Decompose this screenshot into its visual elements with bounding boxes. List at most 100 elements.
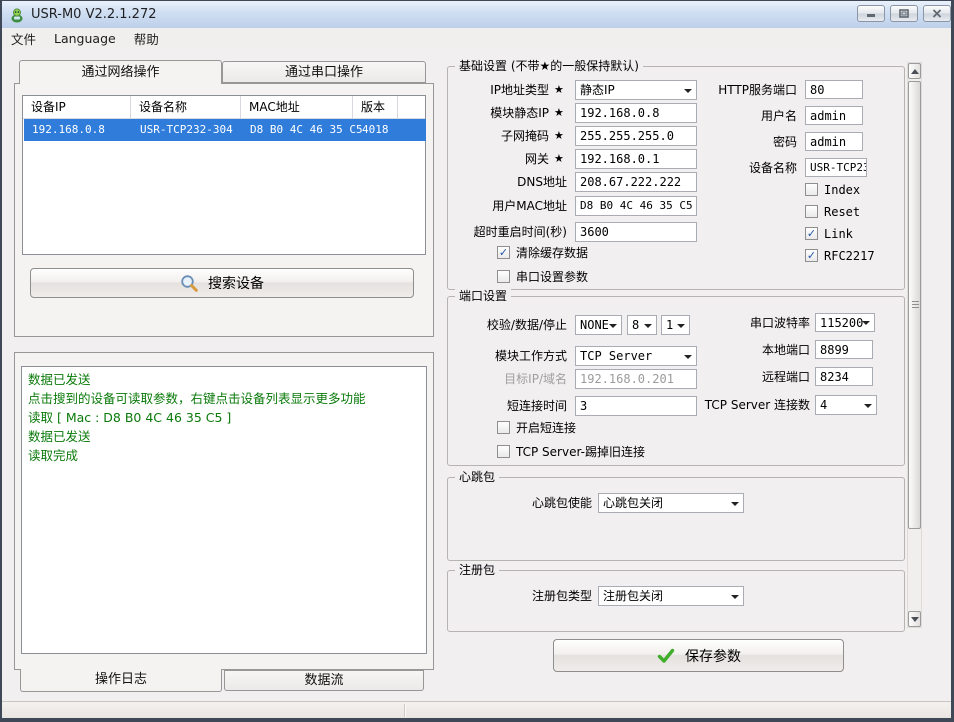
- parity-value: NONE: [580, 318, 609, 332]
- rfc2217-checkbox[interactable]: ✓: [805, 249, 818, 262]
- heartbeat-enable-select[interactable]: 心跳包关闭: [598, 493, 744, 513]
- column-header-device-name[interactable]: 设备名称: [131, 96, 241, 118]
- save-params-label: 保存参数: [685, 646, 741, 666]
- device-mac-cell: D8 B0 4C 46 35 C5: [242, 119, 354, 141]
- max-conn-value: 4: [820, 398, 827, 412]
- column-header-device-ip[interactable]: 设备IP: [23, 96, 131, 118]
- scroll-down-icon: [911, 617, 919, 622]
- password-input[interactable]: admin: [805, 132, 863, 151]
- device-ip-cell: 192.168.0.8: [24, 119, 132, 141]
- tab-data-stream[interactable]: 数据流: [224, 670, 424, 691]
- link-label: Link: [824, 227, 853, 242]
- static-ip-label: 模块静态IP: [400, 106, 549, 121]
- device-row-selected[interactable]: 192.168.0.8 USR-TCP232-304 D8 B0 4C 46 3…: [24, 119, 426, 141]
- http-port-input[interactable]: 80: [805, 80, 863, 99]
- chevron-down-icon: [609, 324, 617, 328]
- tab-operation-log[interactable]: 操作日志: [20, 669, 222, 692]
- device-name-input[interactable]: USR-TCP23: [805, 158, 867, 177]
- baud-label: 串口波特率: [650, 316, 810, 331]
- baud-value: 115200: [820, 316, 863, 330]
- device-name-label: 设备名称: [650, 161, 797, 176]
- log-line: 数据已发送: [28, 370, 420, 389]
- ip-type-value: 静态IP: [580, 83, 615, 97]
- username-input[interactable]: admin: [805, 106, 863, 125]
- search-icon: [180, 274, 199, 293]
- target-ip-label: 目标IP/域名: [440, 372, 567, 387]
- scrollbar-thumb[interactable]: [908, 81, 921, 529]
- close-button[interactable]: [923, 5, 951, 22]
- short-conn-time-label: 短连接时间: [440, 399, 567, 414]
- log-line: 数据已发送: [28, 427, 420, 446]
- settings-scrollbar[interactable]: [907, 62, 922, 628]
- heartbeat-enable-label: 心跳包使能: [440, 496, 592, 511]
- column-header-mac[interactable]: MAC地址: [241, 96, 353, 118]
- group-basic-settings-title: 基础设置 (不带★的一般保持默认): [455, 59, 643, 73]
- username-label: 用户名: [650, 109, 797, 124]
- menu-language[interactable]: Language: [45, 29, 125, 48]
- chevron-down-icon: [864, 404, 872, 408]
- column-header-version[interactable]: 版本: [353, 96, 398, 118]
- ip-type-star: ★: [554, 83, 564, 97]
- operation-log-area[interactable]: 数据已发送 点击搜到的设备可读取参数，右键点击设备列表显示更多功能 读取 [ M…: [21, 366, 427, 654]
- local-port-label: 本地端口: [650, 343, 810, 358]
- heartbeat-enable-value: 心跳包关闭: [603, 496, 663, 510]
- scroll-up-icon: [911, 69, 919, 74]
- search-device-label: 搜索设备: [208, 273, 264, 293]
- minimize-button[interactable]: [857, 5, 885, 22]
- reset-label: Reset: [824, 205, 860, 220]
- menu-file[interactable]: 文件: [2, 27, 45, 50]
- minimize-icon: [866, 9, 876, 18]
- static-ip-star: ★: [554, 106, 564, 120]
- scrollbar-up-button[interactable]: [908, 63, 921, 79]
- reset-checkbox[interactable]: [805, 205, 818, 218]
- window-border-bottom: [0, 718, 954, 722]
- register-type-select[interactable]: 注册包关闭: [598, 586, 744, 606]
- maximize-button[interactable]: [890, 5, 918, 22]
- menu-help[interactable]: 帮助: [125, 27, 168, 50]
- timeout-input[interactable]: 3600: [575, 222, 697, 242]
- enable-short-conn-label: 开启短连接: [516, 421, 576, 436]
- baud-select[interactable]: 115200: [815, 313, 875, 332]
- search-device-button[interactable]: 搜索设备: [30, 268, 414, 298]
- log-line: 读取完成: [28, 446, 420, 465]
- tab-serial-operation[interactable]: 通过串口操作: [222, 61, 426, 83]
- group-heartbeat: [447, 477, 905, 561]
- maximize-icon: [899, 9, 909, 18]
- max-conn-label: TCP Server 连接数: [650, 398, 810, 413]
- databits-value: 8: [632, 318, 639, 332]
- mac-input[interactable]: D8 B0 4C 46 35 C5: [575, 196, 697, 216]
- group-heartbeat-title: 心跳包: [455, 470, 499, 484]
- enable-short-conn-checkbox[interactable]: [497, 421, 510, 434]
- chevron-down-icon: [731, 502, 739, 506]
- password-label: 密码: [650, 135, 797, 150]
- status-bar-divider: [404, 704, 405, 717]
- work-mode-label: 模块工作方式: [440, 349, 567, 364]
- title-bar[interactable]: USR-M0 V2.2.1.272: [2, 1, 951, 28]
- app-window: USR-M0 V2.2.1.272 文件 Language 帮助 通过网络操作 …: [0, 0, 954, 722]
- register-type-label: 注册包类型: [440, 589, 592, 604]
- kick-old-conn-checkbox[interactable]: [497, 445, 510, 458]
- parity-select[interactable]: NONE: [575, 315, 622, 335]
- scrollbar-down-button[interactable]: [908, 611, 921, 627]
- link-checkbox[interactable]: ✓: [805, 227, 818, 240]
- index-checkbox[interactable]: [805, 183, 818, 196]
- save-check-icon: [656, 646, 676, 666]
- status-bar: [2, 701, 951, 718]
- local-port-input[interactable]: 8899: [815, 340, 873, 359]
- close-icon: [932, 9, 942, 18]
- parity-label: 校验/数据/停止: [440, 318, 567, 333]
- window-title: USR-M0 V2.2.1.272: [31, 7, 157, 22]
- subnet-label: 子网掩码: [400, 129, 549, 144]
- log-line: 读取 [ Mac : D8 B0 4C 46 35 C5 ]: [28, 408, 420, 427]
- chevron-down-icon: [731, 595, 739, 599]
- max-conn-select[interactable]: 4: [815, 395, 877, 415]
- subnet-star: ★: [554, 129, 564, 143]
- remote-port-input[interactable]: 8234: [815, 367, 873, 386]
- serial-params-checkbox[interactable]: [497, 270, 510, 283]
- mac-label: 用户MAC地址: [400, 199, 567, 214]
- chevron-down-icon: [862, 321, 870, 325]
- save-params-button[interactable]: 保存参数: [553, 639, 844, 672]
- tab-network-operation[interactable]: 通过网络操作: [19, 60, 222, 84]
- index-label: Index: [824, 183, 860, 198]
- clear-cache-checkbox[interactable]: ✓: [497, 246, 510, 259]
